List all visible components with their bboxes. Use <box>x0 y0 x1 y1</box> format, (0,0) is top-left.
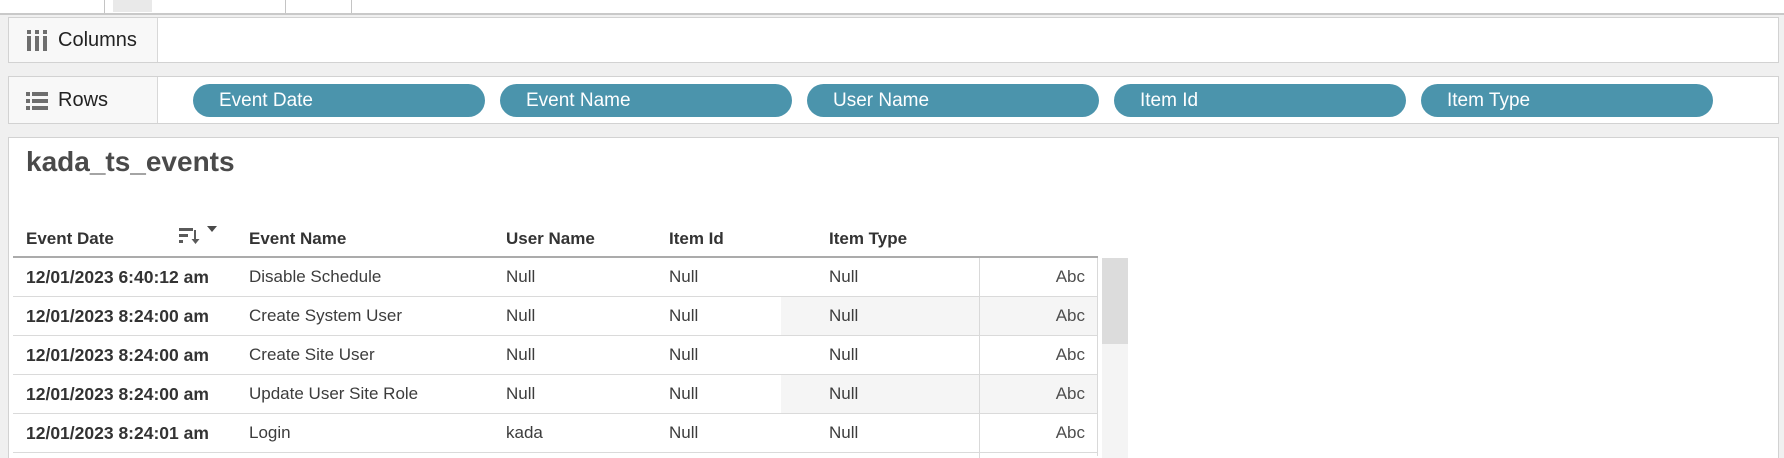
pill-label: Item Type <box>1447 90 1530 112</box>
rows-shelf-pill[interactable]: Item Type <box>1421 84 1713 117</box>
cell-user-name[interactable]: Null <box>506 297 535 335</box>
table-header-row: Event Date Event Name User <box>9 229 1778 256</box>
columns-shelf-content[interactable] <box>159 18 1778 62</box>
cell-item-id[interactable]: Null <box>669 297 698 335</box>
pill-label: Event Name <box>526 90 631 112</box>
toolbar-remnant <box>0 0 1784 15</box>
cell-event-date[interactable]: 12/01/2023 8:24:01 am <box>26 414 209 452</box>
pane-right-border <box>1097 258 1098 456</box>
cell-event-date[interactable]: 12/01/2023 6:40:12 am <box>26 258 209 296</box>
rows-icon <box>26 90 48 111</box>
column-header-item-id[interactable]: Item Id <box>669 229 724 249</box>
rows-shelf-pill[interactable]: Event Date <box>193 84 485 117</box>
table-row: 12/01/2023 8:24:00 am Create System User… <box>13 297 1098 336</box>
toolbar-divider <box>351 0 352 13</box>
cell-item-type[interactable]: Null <box>829 258 858 296</box>
table-row: 12/01/2023 8:24:00 am Update User Site R… <box>13 375 1098 414</box>
cell-event-date[interactable]: 12/01/2023 8:24:00 am <box>26 375 209 413</box>
cell-item-id[interactable]: Null <box>669 414 698 452</box>
cell-abc-mark[interactable]: Abc <box>979 414 1097 452</box>
columns-icon <box>26 30 48 51</box>
vertical-scrollbar[interactable] <box>1102 258 1128 458</box>
worksheet-card: kada_ts_events Event Date <box>8 137 1779 458</box>
column-header-user-name[interactable]: User Name <box>506 229 595 249</box>
cell-item-id[interactable]: Null <box>669 258 698 296</box>
rows-shelf-pill[interactable]: User Name <box>807 84 1099 117</box>
cell-event-name[interactable]: Create System User <box>249 297 402 335</box>
rows-shelf-pill[interactable]: Event Name <box>500 84 792 117</box>
cell-item-type[interactable]: Null <box>829 375 858 413</box>
columns-shelf-label-area: Columns <box>9 18 158 62</box>
rows-shelf-label: Rows <box>58 89 108 112</box>
toolbar-divider <box>104 0 105 13</box>
cell-user-name[interactable]: kada <box>506 414 543 452</box>
pane-divider-line <box>979 258 980 458</box>
rows-shelf-label-area: Rows <box>9 77 158 123</box>
cell-item-id[interactable]: Null <box>669 375 698 413</box>
column-header-event-name[interactable]: Event Name <box>249 229 346 249</box>
rows-shelf: Rows Event Date Event Name User Name Ite… <box>8 76 1779 124</box>
columns-shelf-label: Columns <box>58 29 137 52</box>
rows-shelf-content[interactable]: Event Date Event Name User Name Item Id … <box>159 77 1778 123</box>
cell-event-name[interactable]: Login <box>249 414 291 452</box>
cell-abc-mark[interactable]: Abc <box>979 258 1097 296</box>
toolbar-divider <box>285 0 286 13</box>
column-header-item-type[interactable]: Item Type <box>829 229 907 249</box>
cell-user-name[interactable]: Null <box>506 258 535 296</box>
sheet-title[interactable]: kada_ts_events <box>26 146 235 178</box>
cell-event-date[interactable]: 12/01/2023 8:24:00 am <box>26 336 209 374</box>
cell-item-type[interactable]: Null <box>829 297 858 335</box>
tableau-worksheet-screen: Columns Rows Event Date Event Name User … <box>0 0 1784 458</box>
cell-item-type[interactable]: Null <box>829 414 858 452</box>
scrollbar-thumb[interactable] <box>1102 258 1128 344</box>
cell-abc-mark[interactable]: Abc <box>979 297 1097 335</box>
rows-shelf-pill[interactable]: Item Id <box>1114 84 1406 117</box>
header-menu-caret-icon[interactable] <box>206 225 218 233</box>
sort-descending-icon[interactable] <box>179 227 201 247</box>
table-body: 12/01/2023 6:40:12 am Disable Schedule N… <box>13 258 1098 458</box>
table-row: 12/01/2023 8:24:01 am Login kada Null Nu… <box>13 414 1098 453</box>
pill-label: Event Date <box>219 90 313 112</box>
table-row: 12/01/2023 8:24:00 am Create Site User N… <box>13 336 1098 375</box>
cell-event-name[interactable]: Update User Site Role <box>249 375 418 413</box>
cell-item-id[interactable]: Null <box>669 336 698 374</box>
columns-shelf: Columns <box>8 17 1779 63</box>
table-row: 12/01/2023 8:24:01 am <box>13 453 1098 458</box>
cell-user-name[interactable]: Null <box>506 375 535 413</box>
column-header-event-date[interactable]: Event Date <box>26 229 114 249</box>
cell-item-type[interactable]: Null <box>829 336 858 374</box>
table-row: 12/01/2023 6:40:12 am Disable Schedule N… <box>13 258 1098 297</box>
cell-event-name[interactable]: Create Site User <box>249 336 375 374</box>
pill-label: User Name <box>833 90 929 112</box>
cell-abc-mark[interactable]: Abc <box>979 375 1097 413</box>
cell-abc-mark[interactable]: Abc <box>979 336 1097 374</box>
toolbar-remnant-button <box>113 0 152 12</box>
pill-label: Item Id <box>1140 90 1198 112</box>
cell-event-name[interactable]: Disable Schedule <box>249 258 381 296</box>
cell-user-name[interactable]: Null <box>506 336 535 374</box>
cell-event-date[interactable]: 12/01/2023 8:24:00 am <box>26 297 209 335</box>
